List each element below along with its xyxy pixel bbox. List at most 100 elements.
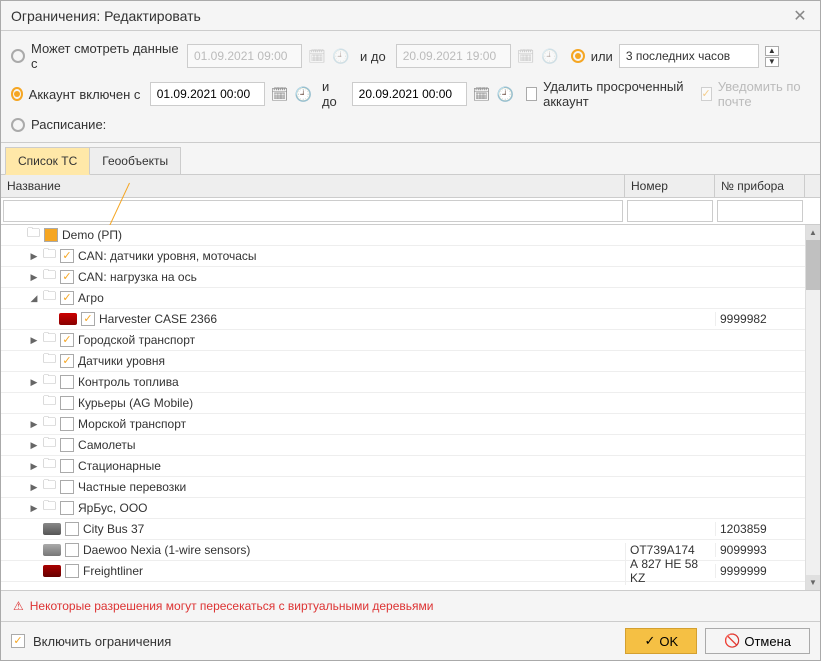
table-row[interactable]: ▶🗀CAN: нагрузка на ось bbox=[1, 267, 820, 288]
row-device: 9999999 bbox=[715, 564, 805, 578]
table-row[interactable]: Harvester CASE 23669999982 bbox=[1, 309, 820, 330]
expand-icon[interactable]: ▶ bbox=[29, 251, 39, 262]
radio-schedule[interactable] bbox=[11, 118, 25, 132]
calendar-icon[interactable]: 🗓 bbox=[271, 85, 289, 103]
row-checkbox[interactable] bbox=[60, 354, 74, 368]
warning-bar: ⚠ Некоторые разрешения могут пересекатьс… bbox=[1, 590, 820, 621]
row-label: Датчики уровня bbox=[78, 354, 165, 368]
tabs: Список ТС Геообъекты bbox=[1, 143, 820, 175]
calendar-icon[interactable]: 🗓 bbox=[473, 85, 491, 103]
expand-icon[interactable]: ◢ bbox=[29, 293, 39, 304]
row-checkbox[interactable] bbox=[60, 396, 74, 410]
folder-icon: 🗀 bbox=[43, 371, 56, 393]
clock-icon[interactable]: 🕘 bbox=[496, 85, 513, 103]
row-device: 9999982 bbox=[715, 312, 805, 326]
row-checkbox[interactable] bbox=[60, 480, 74, 494]
table-row[interactable]: ▶🗀Самолеты bbox=[1, 435, 820, 456]
table-row[interactable]: ▶🗀Контроль топлива bbox=[1, 372, 820, 393]
scrollbar[interactable]: ▲ ▼ bbox=[805, 225, 820, 590]
vehicle-icon bbox=[43, 544, 61, 556]
vehicle-icon bbox=[43, 565, 61, 577]
expand-icon[interactable]: ▶ bbox=[29, 419, 39, 430]
row-checkbox[interactable] bbox=[44, 228, 58, 242]
hours-spinner[interactable]: ▲▼ bbox=[765, 46, 779, 67]
row-checkbox[interactable] bbox=[60, 438, 74, 452]
ok-button[interactable]: ✓ OK bbox=[625, 628, 697, 654]
enable-restrictions-checkbox[interactable] bbox=[11, 634, 25, 648]
view-from-input[interactable] bbox=[187, 44, 302, 68]
row-label: City Bus 37 bbox=[83, 522, 144, 536]
expand-icon[interactable]: ▶ bbox=[29, 335, 39, 346]
expand-icon[interactable]: ▶ bbox=[29, 377, 39, 388]
calendar-icon[interactable]: 🗓 bbox=[308, 47, 326, 65]
expand-icon[interactable]: ▶ bbox=[29, 503, 39, 514]
table-row[interactable]: ▶🗀Морской транспорт bbox=[1, 414, 820, 435]
table-row[interactable]: ▶🗀ЯрБус, ООО bbox=[1, 498, 820, 519]
tab-vehicle-list[interactable]: Список ТС bbox=[5, 147, 90, 175]
options-panel: Может смотреть данные с 🗓 🕘 и до 🗓 🕘 или… bbox=[1, 31, 820, 143]
radio-account-on[interactable] bbox=[11, 87, 23, 101]
clock-icon[interactable]: 🕘 bbox=[541, 47, 559, 65]
notify-checkbox[interactable] bbox=[701, 87, 712, 101]
scroll-down-icon[interactable]: ▼ bbox=[806, 575, 820, 590]
table-row[interactable]: ▶🗀Частные перевозки bbox=[1, 477, 820, 498]
filter-name-input[interactable] bbox=[3, 200, 623, 222]
table-row[interactable]: City Bus 37 1203859 bbox=[1, 519, 820, 540]
delete-expired-checkbox[interactable] bbox=[526, 87, 537, 101]
row-checkbox[interactable] bbox=[65, 564, 79, 578]
row-label: Стационарные bbox=[78, 459, 161, 473]
row-checkbox[interactable] bbox=[60, 291, 74, 305]
expand-icon[interactable]: ▶ bbox=[29, 461, 39, 472]
row-checkbox[interactable] bbox=[65, 543, 79, 557]
row-number: А 827 НЕ 58 KZ bbox=[625, 557, 715, 585]
table-row[interactable]: ▶🗀CAN: датчики уровня, моточасы bbox=[1, 246, 820, 267]
row-checkbox[interactable] bbox=[60, 249, 74, 263]
row-device: 1203859 bbox=[715, 522, 805, 536]
row-checkbox[interactable] bbox=[60, 417, 74, 431]
calendar-icon[interactable]: 🗓 bbox=[517, 47, 535, 65]
expand-icon[interactable]: ▶ bbox=[29, 482, 39, 493]
table-row[interactable]: 🗀Demo (РП) bbox=[1, 225, 820, 246]
table-row[interactable]: ◢🗀Агро bbox=[1, 288, 820, 309]
row-checkbox[interactable] bbox=[65, 522, 79, 536]
radio-or[interactable] bbox=[571, 49, 585, 63]
tree-view[interactable]: ▲ ▼ 🗀Demo (РП)▶🗀CAN: датчики уровня, мот… bbox=[1, 225, 820, 590]
scroll-thumb[interactable] bbox=[806, 240, 820, 290]
row-checkbox[interactable] bbox=[60, 501, 74, 515]
view-to-input[interactable] bbox=[396, 44, 511, 68]
row-label: ЯрБус, ООО bbox=[78, 501, 148, 515]
col-device[interactable]: № прибора bbox=[715, 175, 805, 197]
cancel-button[interactable]: 🚫 Отмена bbox=[705, 628, 810, 654]
expand-icon[interactable]: ▶ bbox=[29, 440, 39, 451]
clock-icon[interactable]: 🕘 bbox=[295, 85, 312, 103]
scroll-up-icon[interactable]: ▲ bbox=[806, 225, 820, 240]
table-row[interactable]: 🗀Курьеры (AG Mobile) bbox=[1, 393, 820, 414]
row-checkbox[interactable] bbox=[60, 375, 74, 389]
expand-icon[interactable]: ▶ bbox=[29, 272, 39, 283]
footer: Включить ограничения ✓ OK 🚫 Отмена bbox=[1, 621, 820, 660]
last-hours-select[interactable]: 3 последних часов bbox=[619, 44, 759, 68]
label-or: или bbox=[591, 49, 613, 64]
label-and-to-2: и до bbox=[322, 79, 342, 109]
tab-geoobjects[interactable]: Геообъекты bbox=[89, 147, 181, 174]
filter-device-input[interactable] bbox=[717, 200, 803, 222]
radio-can-view[interactable] bbox=[11, 49, 25, 63]
row-checkbox[interactable] bbox=[60, 270, 74, 284]
col-number[interactable]: Номер bbox=[625, 175, 715, 197]
close-icon[interactable]: ✕ bbox=[790, 6, 810, 26]
row-device: 9099993 bbox=[715, 543, 805, 557]
table-row[interactable]: 🗀Датчики уровня bbox=[1, 351, 820, 372]
warning-icon: ⚠ bbox=[13, 599, 24, 613]
row-checkbox[interactable] bbox=[60, 459, 74, 473]
clock-icon[interactable]: 🕘 bbox=[332, 47, 350, 65]
table-row[interactable]: FreightlinerА 827 НЕ 58 KZ9999999 bbox=[1, 561, 820, 582]
row-checkbox[interactable] bbox=[60, 333, 74, 347]
row-checkbox[interactable] bbox=[81, 312, 95, 326]
filter-number-input[interactable] bbox=[627, 200, 713, 222]
table-row[interactable]: ▶🗀Стационарные bbox=[1, 456, 820, 477]
table-row[interactable]: ▶🗀Городской транспорт bbox=[1, 330, 820, 351]
col-name[interactable]: Название bbox=[1, 175, 625, 197]
acct-to-input[interactable] bbox=[352, 82, 467, 106]
acct-from-input[interactable] bbox=[150, 82, 265, 106]
folder-icon: 🗀 bbox=[43, 434, 56, 456]
